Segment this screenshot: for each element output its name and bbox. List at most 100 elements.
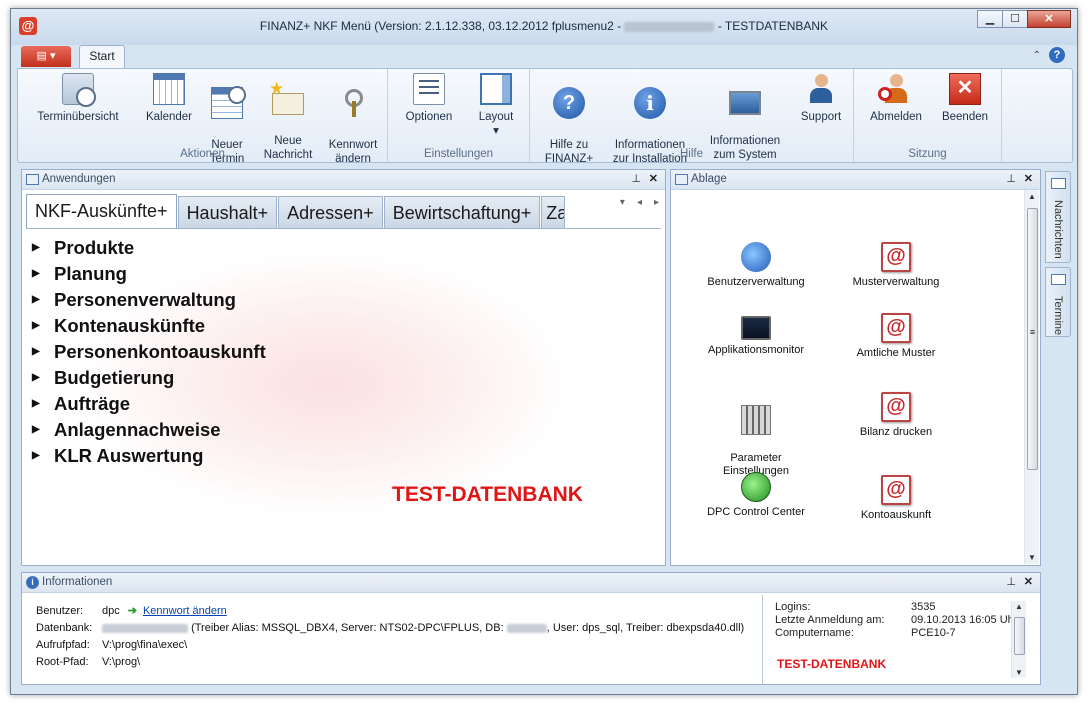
- root-pfad-value: V:\prog\: [102, 656, 141, 668]
- tab-haushalt[interactable]: Haushalt+: [177, 196, 278, 228]
- info-icon: i: [634, 87, 666, 119]
- tab-scroll-right-icon[interactable]: ▸: [654, 197, 659, 208]
- tree-item-auftraege[interactable]: ▶ Aufträge: [32, 391, 266, 417]
- abmelden-button[interactable]: Abmelden: [862, 73, 930, 124]
- title-bar: @ FINANZ+ NKF Menü (Version: 2.1.12.338,…: [11, 9, 1077, 45]
- collapse-ribbon-icon[interactable]: ⌃: [1033, 50, 1041, 61]
- tab-list-dropdown-icon[interactable]: ▾: [620, 197, 625, 208]
- expand-arrow-icon[interactable]: ▶: [32, 443, 54, 469]
- group-label-aktionen: Aktionen: [180, 148, 225, 160]
- shortcut-bilanz-drucken[interactable]: @ Bilanz drucken: [826, 392, 966, 439]
- info-scrollbar[interactable]: ▲ ▼: [1011, 601, 1026, 678]
- benutzer-value: dpc: [102, 605, 120, 617]
- help-icon[interactable]: ?: [1049, 47, 1065, 63]
- shortcut-kontoauskunft[interactable]: @ Kontoauskunft: [826, 475, 966, 522]
- tab-bewirtschaftung[interactable]: Bewirtschaftung+: [383, 196, 541, 228]
- anwendungen-header: Anwendungen ⊥ ✕: [22, 170, 665, 190]
- minimize-button[interactable]: ▁: [977, 10, 1003, 28]
- pin-icon[interactable]: ⊥: [631, 170, 641, 189]
- grip-icon: ≡: [1029, 327, 1036, 337]
- tree-item-kontenauskuenfte[interactable]: ▶ Kontenauskünfte: [32, 313, 266, 339]
- panel-window-icon: [26, 174, 39, 185]
- group-label-hilfe: Hilfe: [679, 148, 703, 160]
- monitor-icon: [741, 316, 771, 340]
- group-sitzung: Abmelden ✕ Beenden Sitzung: [854, 69, 1002, 162]
- expand-arrow-icon[interactable]: ▶: [32, 313, 54, 339]
- last-login-label: Letzte Anmeldung am:: [775, 614, 885, 626]
- application-menu-button[interactable]: ▤ ▾: [21, 46, 71, 67]
- redacted-text: [506, 623, 547, 633]
- pin-icon[interactable]: ⊥: [1006, 573, 1016, 592]
- expand-arrow-icon[interactable]: ▶: [32, 339, 54, 365]
- support-button[interactable]: Support: [792, 73, 850, 124]
- close-button[interactable]: ✕: [1027, 10, 1071, 28]
- scroll-thumb[interactable]: ≡: [1027, 208, 1038, 470]
- close-icon[interactable]: ✕: [1024, 573, 1033, 592]
- calendar-icon: [153, 73, 185, 105]
- informationen-header: i Informationen ⊥ ✕: [22, 573, 1040, 593]
- side-tab-termine[interactable]: Termine: [1045, 267, 1071, 337]
- user-admin-globe-icon: [741, 242, 771, 272]
- shortcut-dpc-control-center[interactable]: DPC Control Center: [686, 472, 826, 519]
- shortcut-parameter-einstellungen[interactable]: Parameter Einstellungen: [686, 392, 826, 478]
- tree-item-planung[interactable]: ▶ Planung: [32, 261, 266, 287]
- at-document-icon: @: [881, 475, 911, 505]
- group-label-einstellungen: Einstellungen: [423, 148, 494, 160]
- scroll-up-icon[interactable]: ▲: [1012, 602, 1026, 611]
- tree-item-personenkontoauskunft[interactable]: ▶ Personenkontoauskunft: [32, 339, 266, 365]
- arrow-right-icon: ➔: [127, 605, 137, 617]
- tree-item-budgetierung[interactable]: ▶ Budgetierung: [32, 365, 266, 391]
- scroll-up-icon[interactable]: ▲: [1025, 192, 1039, 201]
- group-hilfe: ? Hilfe zu FINANZ+ i Informationen zur I…: [530, 69, 854, 165]
- tree-item-personenverwaltung[interactable]: ▶ Personenverwaltung: [32, 287, 266, 313]
- last-login-value: 09.10.2013 16:05 Uhr: [911, 614, 1018, 626]
- side-tab-nachrichten[interactable]: Nachrichten: [1045, 171, 1071, 263]
- shortcut-musterverwaltung[interactable]: @ Musterverwaltung: [826, 242, 966, 289]
- scroll-thumb[interactable]: [1014, 617, 1025, 655]
- tree-item-anlagennachweise[interactable]: ▶ Anlagennachweise: [32, 417, 266, 443]
- benutzer-label: Benutzer:: [36, 605, 84, 617]
- expand-arrow-icon[interactable]: ▶: [32, 417, 54, 443]
- main-window: @ FINANZ+ NKF Menü (Version: 2.1.12.338,…: [10, 8, 1078, 695]
- ablage-scrollbar[interactable]: ▲ ≡ ▼: [1024, 190, 1039, 564]
- chevron-down-icon: ▾: [493, 125, 499, 137]
- tab-scroll-left-icon[interactable]: ◂: [637, 197, 642, 208]
- expand-arrow-icon[interactable]: ▶: [32, 235, 54, 261]
- kalender-button[interactable]: Kalender: [134, 73, 204, 124]
- scroll-down-icon[interactable]: ▼: [1025, 553, 1039, 562]
- datenbank-label: Datenbank:: [36, 622, 93, 634]
- ribbon-tab-start[interactable]: Start: [79, 45, 125, 68]
- expand-arrow-icon[interactable]: ▶: [32, 287, 54, 313]
- tree-item-produkte[interactable]: ▶ Produkte: [32, 235, 266, 261]
- computer-value: PCE10-7: [911, 627, 956, 639]
- layout-button[interactable]: Layout ▾: [466, 73, 526, 138]
- expand-arrow-icon[interactable]: ▶: [32, 365, 54, 391]
- green-target-icon: [741, 472, 771, 502]
- tab-za[interactable]: Za: [541, 196, 566, 228]
- maximize-button[interactable]: ☐: [1002, 10, 1028, 28]
- new-message-icon: [269, 82, 304, 115]
- redacted-text: [102, 623, 188, 633]
- optionen-button[interactable]: Optionen: [396, 73, 462, 124]
- beenden-button[interactable]: ✕ Beenden: [934, 73, 996, 124]
- expand-arrow-icon[interactable]: ▶: [32, 261, 54, 287]
- expand-arrow-icon[interactable]: ▶: [32, 391, 54, 417]
- close-icon[interactable]: ✕: [1024, 170, 1033, 189]
- shortcut-applikationsmonitor[interactable]: Applikationsmonitor: [686, 316, 826, 357]
- login-statistics: Logins: 3535 Letzte Anmeldung am: 09.10.20…: [762, 595, 1042, 684]
- termin-uebersicht-button[interactable]: Terminübersicht: [28, 73, 128, 124]
- shortcut-amtliche-muster[interactable]: @ Amtliche Muster: [826, 313, 966, 360]
- tab-adressen[interactable]: Adressen+: [278, 196, 383, 228]
- computer-label: Computername:: [775, 627, 854, 639]
- kennwort-aendern-link[interactable]: Kennwort ändern: [143, 603, 227, 620]
- pin-icon[interactable]: ⊥: [1006, 170, 1016, 189]
- shortcut-benutzerverwaltung[interactable]: Benutzerverwaltung: [686, 242, 826, 289]
- tab-nkf-auskuenfte[interactable]: NKF-Auskünfte+: [26, 194, 177, 228]
- scroll-down-icon[interactable]: ▼: [1012, 668, 1026, 677]
- test-database-banner: TEST-DATENBANK: [777, 657, 887, 671]
- close-icon[interactable]: ✕: [649, 170, 658, 189]
- calendar-icon: [1051, 274, 1066, 285]
- sliders-icon: [741, 405, 771, 435]
- tree-item-klr-auswertung[interactable]: ▶ KLR Auswertung: [32, 443, 266, 469]
- logins-label: Logins:: [775, 601, 811, 613]
